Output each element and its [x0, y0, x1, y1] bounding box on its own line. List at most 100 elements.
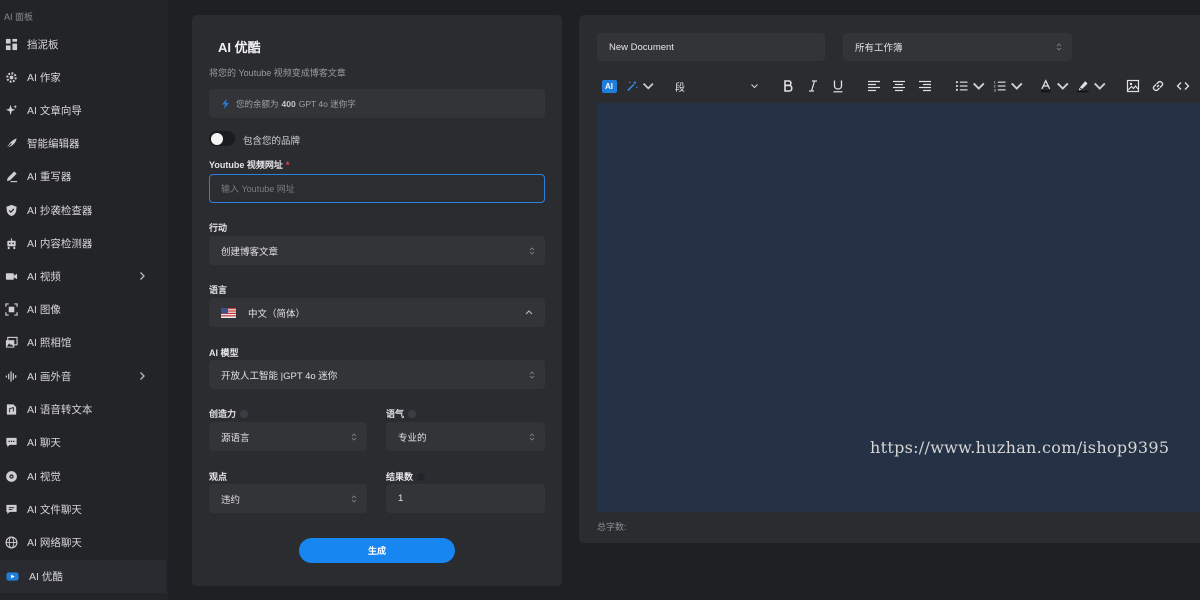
sidebar-item-file-chat[interactable]: AI 文件聊天 — [0, 493, 166, 526]
svg-text:3: 3 — [993, 87, 996, 92]
page-title: AI 优酷 — [218, 40, 261, 55]
align-center-button[interactable] — [891, 77, 907, 95]
ai-badge: AI — [601, 79, 617, 93]
sidebar-item-label: AI 作家 — [27, 72, 61, 84]
balance-info: 您的余额为 400 GPT 4o 迷你字 — [209, 89, 545, 118]
chevron-right-icon — [140, 272, 145, 280]
robot-icon — [4, 237, 18, 251]
sidebar-item-web-chat[interactable]: AI 网络聊天 — [0, 526, 166, 559]
shield-icon — [4, 204, 18, 218]
magic-wand-icon — [627, 80, 638, 91]
generate-button[interactable]: 生成 — [299, 538, 455, 563]
word-count: 总字数: — [597, 522, 627, 532]
align-left-button[interactable] — [866, 77, 882, 95]
sidebar-item-label: 挡泥板 — [27, 39, 59, 51]
sidebar-item-rewriter[interactable]: AI 重写器 — [0, 160, 166, 193]
align-right-button[interactable] — [917, 77, 933, 95]
sidebar-item-chat[interactable]: AI 聊天 — [0, 426, 166, 459]
tone-label-text: 语气 — [386, 409, 405, 419]
pov-select[interactable]: 违约 — [209, 484, 367, 513]
results-count-input[interactable]: 1 — [386, 484, 545, 513]
sidebar-item-content-detector[interactable]: AI 内容检测器 — [0, 227, 166, 260]
dashboard-icon — [4, 38, 18, 52]
tone-label: 语气 — [386, 407, 417, 420]
sidebar-item-label: AI 语音转文本 — [27, 404, 93, 416]
youtube-url-input[interactable] — [209, 174, 545, 203]
sidebar-item-video[interactable]: AI 视频 — [0, 260, 166, 293]
sidebar-header: AI 面板 — [4, 12, 34, 22]
results-label: 结果数 — [386, 470, 426, 483]
sidebar-item-label: AI 图像 — [27, 304, 61, 316]
url-label: Youtube 视频网址 * — [209, 158, 289, 171]
audio-file-icon — [4, 403, 18, 417]
globe-icon — [4, 536, 18, 550]
sidebar-item-label: AI 网络聊天 — [27, 537, 82, 549]
chevron-right-icon — [140, 372, 145, 380]
results-count-value: 1 — [398, 493, 404, 504]
creativity-select[interactable]: 源语言 — [209, 422, 367, 451]
align-center-icon — [893, 80, 905, 92]
sidebar-item-smart-editor[interactable]: 智能编辑器 — [0, 127, 166, 160]
sidebar-item-photo-studio[interactable]: AI 照相馆 — [0, 326, 166, 359]
info-icon[interactable] — [408, 410, 417, 418]
sidebar-item-label: AI 聊天 — [27, 437, 61, 449]
sidebar-item-vision[interactable]: AI 视觉 — [0, 460, 166, 493]
info-icon[interactable] — [240, 410, 249, 418]
language-label: 语言 — [209, 285, 228, 295]
bold-button[interactable] — [780, 77, 796, 95]
paragraph-style-select[interactable]: 段 — [675, 77, 759, 95]
required-mark: * — [285, 160, 290, 170]
highlighter-icon — [1076, 81, 1089, 93]
sidebar-item-label: AI 重写器 — [27, 171, 72, 183]
chevron-down-icon — [642, 83, 654, 90]
chevron-up-icon — [525, 310, 533, 315]
chevron-down-icon — [1093, 82, 1105, 90]
model-select[interactable]: 开放人工智能 |GPT 4o 迷你 — [209, 360, 545, 389]
ai-assist-button[interactable]: AI — [601, 77, 617, 95]
tone-select[interactable]: 专业的 — [386, 422, 545, 451]
sparkle-icon — [4, 104, 18, 118]
brand-toggle-label: 包含您的品牌 — [243, 136, 301, 147]
workbook-select[interactable]: 所有工作簿 — [843, 33, 1072, 61]
text-color-dropdown[interactable] — [1039, 77, 1069, 95]
sidebar-item-youtube[interactable]: AI 优酷 — [0, 560, 166, 593]
sidebar-item-plagiarism-checker[interactable]: AI 抄袭检查器 — [0, 194, 166, 227]
underline-button[interactable] — [830, 77, 846, 95]
bold-icon — [784, 80, 793, 92]
balance-suffix: GPT 4o 迷你字 — [298, 98, 356, 109]
updown-icon — [529, 246, 535, 255]
toggle-knob — [211, 132, 223, 145]
sidebar-item-speech-to-text[interactable]: AI 语音转文本 — [0, 393, 166, 426]
chevron-down-icon — [1010, 82, 1022, 90]
info-icon[interactable] — [417, 473, 426, 481]
brand-toggle[interactable] — [209, 131, 235, 146]
sidebar-item-label: AI 内容检测器 — [27, 238, 93, 250]
magic-wand-dropdown[interactable] — [626, 77, 654, 95]
sidebar-item-voiceover[interactable]: AI 画外音 — [0, 360, 166, 393]
balance-prefix: 您的余额为 — [236, 98, 279, 109]
insert-link-button[interactable] — [1150, 77, 1166, 95]
document-name-input[interactable] — [597, 33, 825, 61]
sidebar-item-ai-writer[interactable]: AI 作家 — [0, 61, 166, 94]
chevron-down-icon — [1056, 82, 1068, 90]
language-select[interactable]: 中文（简体） — [209, 298, 545, 327]
highlight-color-dropdown[interactable] — [1076, 77, 1106, 95]
editor-panel: 所有工作簿 AI 段 123 — [579, 15, 1200, 543]
waveform-icon — [4, 370, 18, 384]
model-select-value: 开放人工智能 |GPT 4o 迷你 — [221, 370, 338, 382]
sidebar-item-dashboard[interactable]: 挡泥板 — [0, 28, 166, 61]
sidebar-item-article-wizard[interactable]: AI 文章向导 — [0, 94, 166, 127]
numbered-list-dropdown[interactable]: 123 — [993, 77, 1023, 95]
italic-button[interactable] — [805, 77, 821, 95]
action-select-value: 创建博客文章 — [221, 246, 279, 258]
source-code-button[interactable] — [1175, 77, 1191, 95]
underline-icon — [833, 80, 843, 93]
bullet-list-icon — [955, 81, 968, 91]
sidebar-item-label: AI 优酷 — [29, 571, 63, 583]
bullet-list-dropdown[interactable] — [955, 77, 985, 95]
insert-image-button[interactable] — [1125, 77, 1141, 95]
youtube-form-panel: AI 优酷 将您的 Youtube 视频变成博客文章 您的余额为 400 GPT… — [192, 15, 562, 586]
action-select[interactable]: 创建博客文章 — [209, 236, 545, 265]
sidebar-item-image[interactable]: AI 图像 — [0, 293, 166, 326]
model-label: AI 模型 — [209, 348, 239, 358]
